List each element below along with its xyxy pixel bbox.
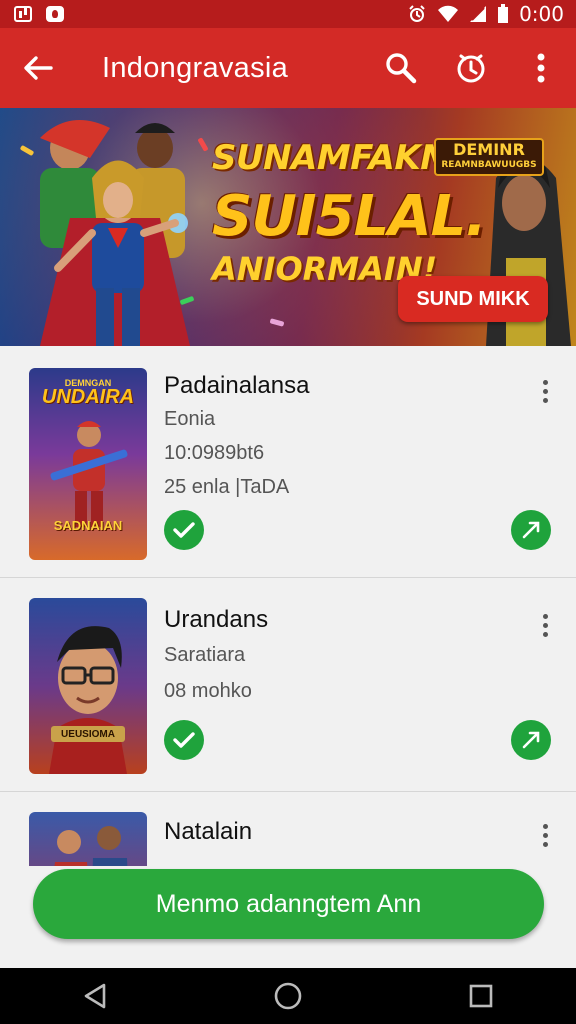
item-more-button[interactable] xyxy=(530,820,560,850)
app-name: Padainalansa xyxy=(164,372,310,399)
back-button[interactable] xyxy=(0,55,76,81)
more-options-button[interactable] xyxy=(506,53,576,83)
thumb-bottom-text: UEUSIOMA xyxy=(61,729,115,740)
banner-headline-2: SUI5LAL. xyxy=(212,184,487,249)
back-triangle-icon[interactable] xyxy=(82,982,108,1010)
app-name: Natalain xyxy=(164,818,253,845)
installed-check-icon xyxy=(164,720,204,760)
thumb-title-text: UNDAIRA xyxy=(41,386,135,408)
home-circle-icon[interactable] xyxy=(273,981,303,1011)
badge-title: DEMINR xyxy=(453,140,525,159)
app-thumbnail xyxy=(29,812,147,866)
battery-icon xyxy=(498,4,509,23)
app-bar: Indongravasia xyxy=(0,28,576,108)
more-vert-icon xyxy=(537,53,545,83)
search-button[interactable] xyxy=(366,51,436,85)
signal-icon xyxy=(470,6,487,22)
app-notification-icon xyxy=(46,6,64,22)
install-all-button[interactable]: Menmo adanngtem Ann xyxy=(33,869,544,939)
heroes-illustration xyxy=(40,120,190,346)
banner-badge: DEMINR REAMNBAWUUGBS xyxy=(434,138,544,176)
open-action-icon[interactable] xyxy=(511,510,551,550)
system-nav-bar xyxy=(0,968,576,1024)
back-arrow-icon xyxy=(24,56,53,80)
app-name: Urandans xyxy=(164,606,269,633)
app-size: 10:0989bt6 xyxy=(164,442,265,464)
banner-cta-button[interactable]: SUND MIKK xyxy=(398,276,548,322)
thumb-bottom-text: SADNAIAN xyxy=(53,518,123,533)
page-title: Indongravasia xyxy=(102,51,289,84)
thumb-group-figures xyxy=(54,826,128,866)
badge-subtitle: REAMNBAWUUGBS xyxy=(441,160,537,170)
app-thumbnail: DEMNGAN UNDAIRA SADNAIAN xyxy=(29,368,147,560)
gallery-icon xyxy=(14,6,32,22)
app-size: 08 mohko xyxy=(164,680,252,702)
app-thumbnail: UEUSIOMA xyxy=(29,598,147,774)
thumb-hero-figure xyxy=(50,421,128,527)
item-more-button[interactable] xyxy=(530,376,560,406)
status-bar: 0:00 xyxy=(0,0,576,28)
app-list: DEMNGAN UNDAIRA SADNAIAN Padainalansa Eo… xyxy=(0,346,576,866)
list-item[interactable]: Natalain xyxy=(0,792,576,866)
list-item[interactable]: DEMNGAN UNDAIRA SADNAIAN Padainalansa Eo… xyxy=(0,346,576,578)
app-developer: Eonia xyxy=(164,408,216,430)
recents-square-icon[interactable] xyxy=(468,983,494,1009)
app-developer: Saratiara xyxy=(164,644,246,666)
installed-check-icon xyxy=(164,510,204,550)
item-more-button[interactable] xyxy=(530,610,560,640)
promo-banner[interactable]: SUNAMFAKN ! SUI5LAL. ANIORMAIN! DEMINR R… xyxy=(0,108,576,346)
search-icon xyxy=(386,53,417,84)
list-item[interactable]: UEUSIOMA Urandans Saratiara 08 mohko xyxy=(0,578,576,792)
thumb-portrait xyxy=(49,626,127,774)
status-time: 0:00 xyxy=(519,2,564,26)
open-action-icon[interactable] xyxy=(511,720,551,760)
alarm-icon xyxy=(409,5,425,22)
wifi-icon xyxy=(438,5,459,22)
history-icon xyxy=(457,54,485,83)
app-date: 25 enla |TaDA xyxy=(164,476,290,498)
history-button[interactable] xyxy=(436,52,506,84)
